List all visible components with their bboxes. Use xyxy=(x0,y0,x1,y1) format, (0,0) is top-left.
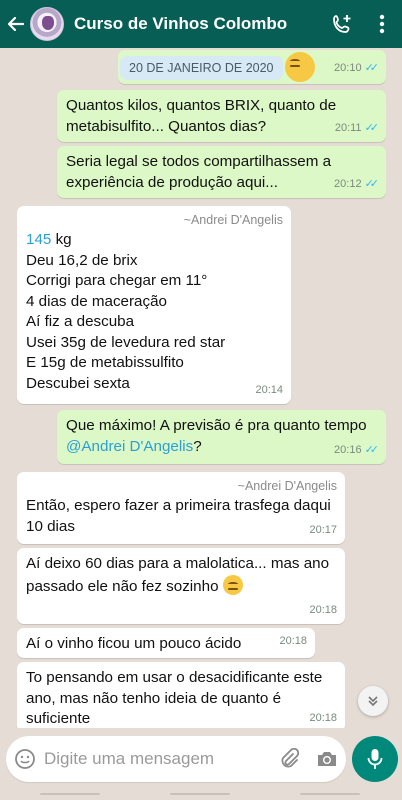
message-sender: ~Andrei D'Angelis xyxy=(183,213,283,227)
message-bubble[interactable]: Aí deixo 60 dias para a malolatica... ma… xyxy=(17,548,345,624)
message-time: 20:18 xyxy=(279,634,307,647)
camera-icon xyxy=(318,752,336,766)
phone-plus-icon xyxy=(333,15,351,33)
message-list[interactable]: 20:10 ✓✓ 20 DE JANEIRO DE 2020 Quantos ki… xyxy=(0,48,402,728)
scroll-down-button[interactable] xyxy=(358,686,388,716)
paperclip-icon xyxy=(281,748,299,768)
message-time: 20:16 ✓✓ xyxy=(334,443,379,456)
message-time: 20:10 ✓✓ xyxy=(334,61,379,74)
message-time: 20:14 xyxy=(255,383,283,396)
emoji-button[interactable] xyxy=(6,736,44,782)
more-vert-icon xyxy=(379,14,385,34)
message-bubble[interactable]: ~Andrei D'Angelis Então, espero fazer a … xyxy=(17,472,345,544)
message-bubble[interactable]: ~Andrei D'Angelis 145 kg Deu 16,2 de bri… xyxy=(17,206,291,404)
message-composer xyxy=(6,736,346,782)
chat-header: Curso de Vinhos Colombo xyxy=(0,0,402,48)
message-time: 20:12 ✓✓ xyxy=(334,177,379,190)
double-chevron-down-icon xyxy=(368,696,378,707)
message-bubble[interactable]: Que máximo! A previsão é pra quanto temp… xyxy=(57,410,386,464)
camera-button[interactable] xyxy=(308,736,346,782)
mic-icon xyxy=(367,749,383,769)
emoji-icon xyxy=(15,749,35,769)
mic-button[interactable] xyxy=(352,736,398,782)
link-number[interactable]: 145 xyxy=(26,231,51,248)
back-button[interactable] xyxy=(2,0,30,48)
message-sender: ~Andrei D'Angelis xyxy=(237,479,337,493)
nav-line xyxy=(170,793,230,795)
chat-title[interactable]: Curso de Vinhos Colombo xyxy=(74,14,322,34)
date-chip: 20 DE JANEIRO DE 2020 xyxy=(120,56,283,80)
message-time: 20:18 xyxy=(309,603,337,616)
message-time: 20:17 xyxy=(309,523,337,536)
group-avatar[interactable] xyxy=(30,7,64,41)
smiley-emoji-icon xyxy=(285,52,315,82)
pensive-emoji-icon xyxy=(222,574,243,595)
message-bubble[interactable]: Quantos kilos, quantos BRIX, quanto de m… xyxy=(57,90,386,142)
arrow-left-icon xyxy=(7,16,25,32)
menu-button[interactable] xyxy=(362,0,402,48)
message-bubble[interactable]: Aí o vinho ficou um pouco ácido 20:18 xyxy=(17,628,315,658)
message-time: 20:11 ✓✓ xyxy=(334,121,379,134)
nav-line xyxy=(300,793,360,795)
add-call-button[interactable] xyxy=(322,0,362,48)
message-bubble[interactable]: To pensando em usar o desacidificante es… xyxy=(17,662,345,728)
message-bubble[interactable]: Seria legal se todos compartilhassem a e… xyxy=(57,146,386,198)
nav-line xyxy=(40,793,100,795)
message-time: 20:18 xyxy=(309,711,337,724)
mention-link[interactable]: @Andrei D'Angelis xyxy=(66,438,193,455)
message-input[interactable] xyxy=(44,749,270,769)
attach-button[interactable] xyxy=(270,736,308,782)
